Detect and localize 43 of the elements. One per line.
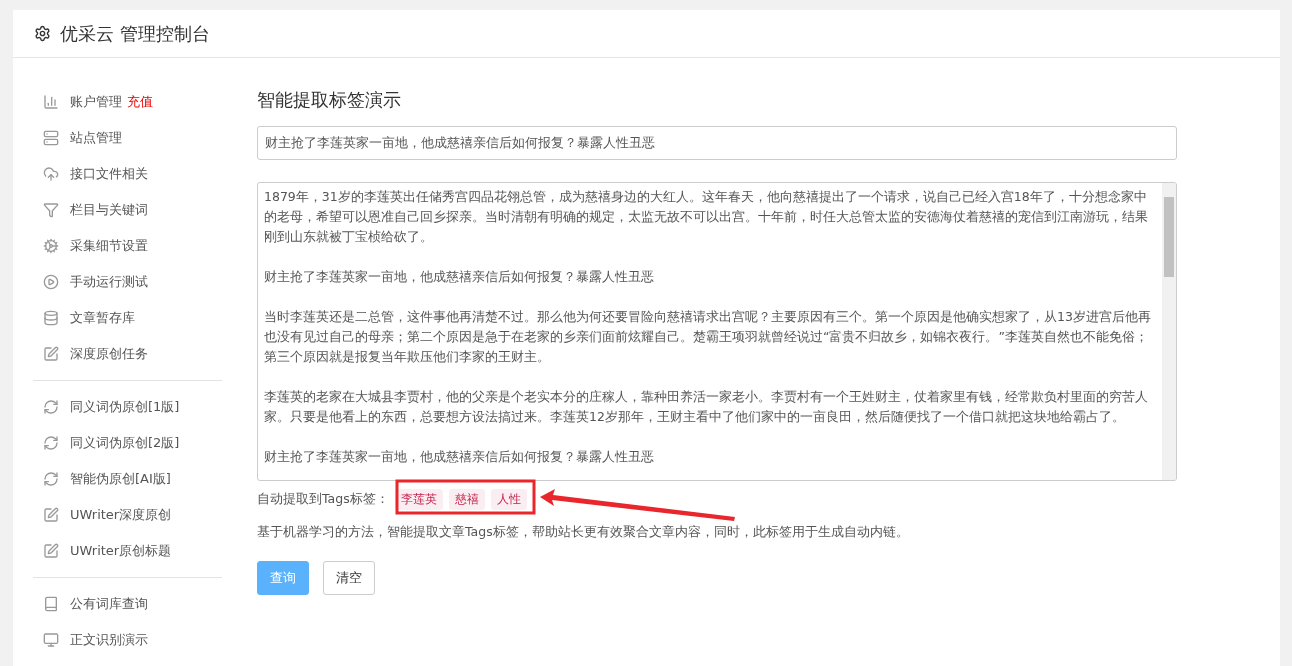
cloud-upload-icon <box>43 166 59 182</box>
sidebar-item[interactable]: UWriter原创标题 <box>33 533 222 569</box>
title-field[interactable]: 财主抢了李莲英家一亩地，他成慈禧亲信后如何报复？暴露人性丑恶 <box>257 126 1177 160</box>
sidebar-item[interactable]: 深度原创任务 <box>33 336 222 372</box>
filter-icon <box>43 202 59 218</box>
sidebar-item[interactable]: 接口文件相关 <box>33 156 222 192</box>
refresh-icon <box>43 471 59 487</box>
edit-icon <box>43 346 59 362</box>
play-icon <box>43 274 59 290</box>
article-textarea[interactable]: 1879年，31岁的李莲英出任储秀宫四品花翎总管，成为慈禧身边的大红人。这年春天，他向慈禧提出了一个请求，说自己已经入宫18年了，十分想念家中的老母，希望可以恩准自己回乡探亲。当时清朝有明确的规定，太监无故不可以出宫。十年前，时任大总管太监的安德海仗着慈禧的宠信到江南游玩，结果刚到山东就被丁宝桢给砍了。 财主抢了李莲英家一亩地，他成慈禧亲信后如何报复？暴露人性丑恶 当时李莲英还是二总管，这件事他再清楚不过。那么他为何还要冒险向慈禧请求出宫呢？主要原因有三个。第一个原因是他确实想家了，从13岁进宫后他再也没有见过自己的母亲；第二个原因是急于在老家的乡亲们面前炫耀自己。楚霸王项羽就曾经说过“富贵不归故乡，如锦衣夜行。”李莲英自然也不能免俗；第三个原因就是报复当年欺压他们李家的王财主。 李莲英的老家在大城县李贾村，他的父亲是个老实本分的庄稼人，靠种田养活一家老小。李贾村有一个王姓财主，仗着家里有钱，经常欺负村里面的穷苦人家。只要是他看上的东西，总要想方设法搞过来。李莲英12岁那年，王财主看中了他们家中的一亩良田，然后随便找了一个借口就把这块地给霸占了。 财主抢了李莲英家一亩地，他成慈禧亲信后如何报复？暴露人性丑恶 <box>257 182 1177 481</box>
refresh-icon <box>43 399 59 415</box>
description-text: 基于机器学习的方法，智能提取文章Tags标签，帮助站长更有效聚合文章内容，同时，此标签用于生成自动内链。 <box>257 524 910 541</box>
bar-chart-icon <box>43 94 59 110</box>
tag: 慈禧 <box>448 489 485 510</box>
sidebar-item[interactable]: 手动运行测试 <box>33 264 222 300</box>
sidebar-item[interactable]: 正文识别演示 <box>33 622 222 658</box>
sidebar-item[interactable]: 栏目与关键词 <box>33 192 222 228</box>
sidebar-item[interactable]: 同义词伪原创[1版] <box>33 389 222 425</box>
sidebar-item[interactable]: 采集细节设置 <box>33 228 222 264</box>
sidebar-item[interactable]: 站点管理 <box>33 120 222 156</box>
gear-icon <box>43 238 59 254</box>
settings-icon <box>34 25 51 42</box>
edit-icon <box>43 507 59 523</box>
database-icon <box>43 310 59 326</box>
sidebar-item[interactable]: 公有词库查询 <box>33 586 222 622</box>
sidebar-item[interactable]: 同义词伪原创[2版] <box>33 425 222 461</box>
tag: 人性 <box>490 489 527 510</box>
page-heading: 智能提取标签演示 <box>257 88 402 112</box>
tag: 李莲英 <box>394 489 443 510</box>
server-icon <box>43 130 59 146</box>
sidebar-item[interactable]: 文章暂存库 <box>33 300 222 336</box>
scrollbar[interactable] <box>1162 183 1176 480</box>
sidebar-item[interactable]: 智能伪原创[AI版] <box>33 461 222 497</box>
book-icon <box>43 596 59 612</box>
sidebar-item[interactable]: UWriter深度原创 <box>33 497 222 533</box>
tags-label: 自动提取到Tags标签： <box>257 491 389 508</box>
refresh-icon <box>43 435 59 451</box>
recharge-link[interactable]: 充值 <box>127 93 153 111</box>
console-title: 优采云 管理控制台 <box>60 21 210 46</box>
clear-button[interactable]: 清空 <box>323 561 375 595</box>
sidebar-item[interactable]: 账户管理 充值 <box>33 84 222 120</box>
monitor-icon <box>43 632 59 648</box>
edit-icon <box>43 543 59 559</box>
